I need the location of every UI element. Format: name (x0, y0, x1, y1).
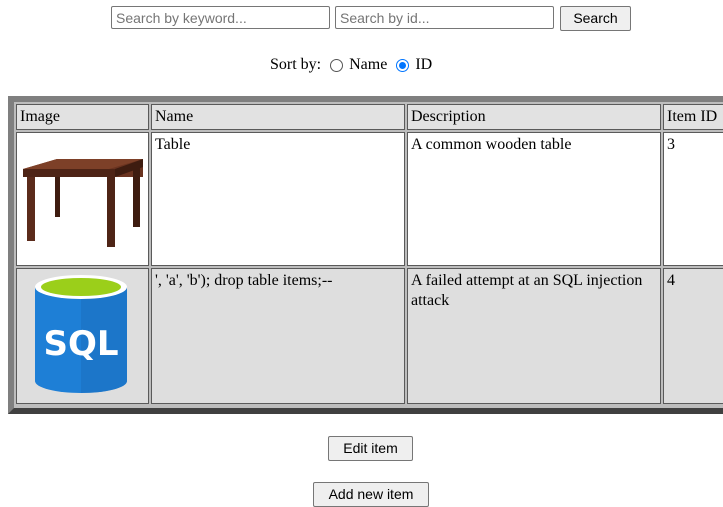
sql-database-image: SQL (35, 275, 127, 393)
id-search-input[interactable] (335, 6, 554, 29)
row-2-item-id: 4 (663, 268, 723, 404)
wooden-table-image (23, 159, 143, 247)
row-1-image-cell (16, 132, 149, 266)
row-1-item-id: 3 (663, 132, 723, 266)
header-image: Image (16, 104, 149, 130)
keyword-search-input[interactable] (111, 6, 330, 29)
sort-options: Sort by: Name ID (270, 55, 432, 75)
add-new-item-button[interactable]: Add new item (313, 482, 429, 507)
search-button[interactable]: Search (560, 6, 631, 31)
sort-id-radio[interactable] (396, 58, 410, 72)
sort-label: Sort by: (270, 56, 322, 73)
row-1-description: A common wooden table (407, 132, 661, 266)
header-name: Name (151, 104, 405, 130)
items-table: Image Name Description Item ID Table A c… (8, 96, 723, 414)
header-item-id: Item ID (663, 104, 723, 130)
row-2-image-cell: SQL (16, 268, 149, 404)
row-2-description: A failed attempt at an SQL injection att… (407, 268, 661, 404)
sort-id-label[interactable]: ID (415, 56, 432, 74)
edit-item-button[interactable]: Edit item (328, 436, 413, 461)
svg-text:SQL: SQL (43, 324, 118, 364)
row-2-name: ', 'a', 'b'); drop table items;-- (151, 268, 405, 404)
row-1-name: Table (151, 132, 405, 266)
sort-name-radio[interactable] (330, 58, 344, 72)
sort-name-label[interactable]: Name (349, 56, 387, 74)
header-description: Description (407, 104, 661, 130)
